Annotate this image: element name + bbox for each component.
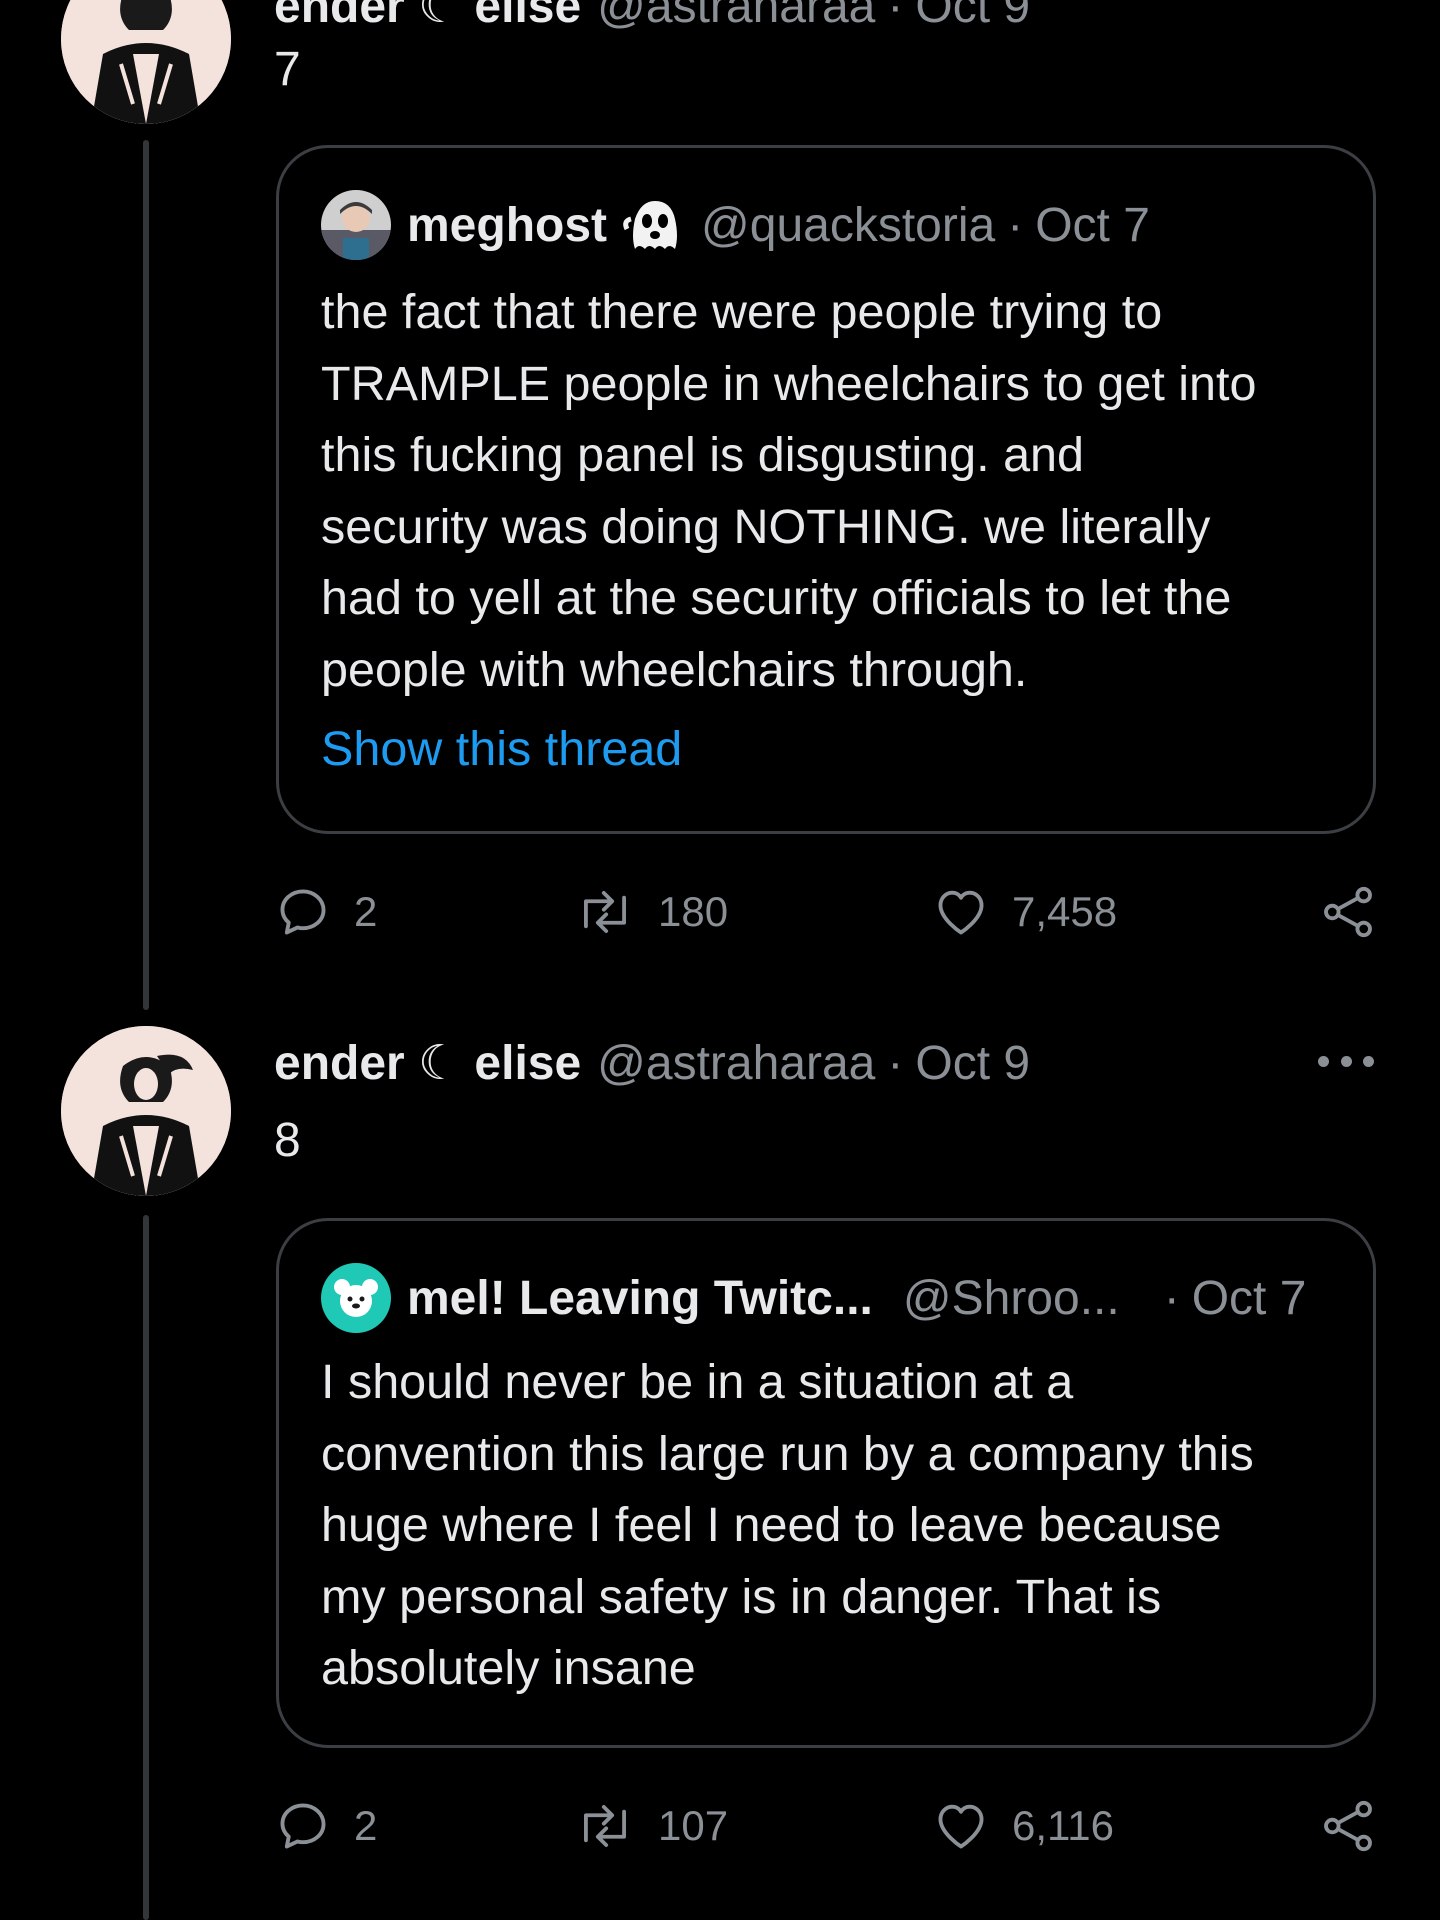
tweet-actions: 2 180 7,458 xyxy=(274,877,1384,947)
tweet-text: 7 xyxy=(274,43,301,96)
quote-text-line: had to yell at the security officials to… xyxy=(321,571,1232,625)
quote-author-avatar xyxy=(321,1263,391,1333)
quote-text: the fact that there were people trying t… xyxy=(321,277,1343,706)
quote-text-line: my personal safety is in danger. That is xyxy=(321,1569,1162,1624)
share-icon xyxy=(1318,883,1378,941)
like-button[interactable]: 6,116 xyxy=(932,1791,1114,1861)
separator-dot: · xyxy=(1007,198,1024,252)
quote-text-line: huge where I feel I need to leave becaus… xyxy=(321,1498,1222,1552)
like-button[interactable]: 7,458 xyxy=(932,877,1117,947)
share-button[interactable] xyxy=(1318,1791,1378,1861)
tweet-text: 8 xyxy=(274,1114,301,1167)
quote-date: Oct 7 xyxy=(1191,1271,1307,1325)
tweet-header: ender ☾ elise @astraharaa · Oct 9 xyxy=(274,1035,1030,1091)
quote-text-line: the fact that there were people trying t… xyxy=(321,285,1163,339)
more-dot xyxy=(1340,1055,1352,1067)
more-dot xyxy=(1363,1055,1374,1067)
quote-date: Oct 7 xyxy=(1035,198,1150,252)
retweet-icon xyxy=(574,883,636,941)
separator-dot: · xyxy=(1163,1271,1180,1325)
display-name[interactable]: ender ☾ elise xyxy=(274,0,581,34)
thread-line-top xyxy=(143,140,149,1010)
author-avatar[interactable] xyxy=(61,0,231,124)
show-thread-link[interactable]: Show this thread xyxy=(321,721,682,777)
quote-text-line: absolutely insane xyxy=(321,1641,696,1695)
like-icon xyxy=(932,883,990,941)
retweet-icon xyxy=(574,1797,636,1855)
quote-author-avatar xyxy=(321,190,391,260)
reply-button[interactable]: 2 xyxy=(274,1791,377,1861)
quote-display-name: mel! Leaving Twitc... xyxy=(407,1271,873,1325)
quote-text-line: I should never be in a situation at a xyxy=(321,1355,1074,1409)
reply-count: 2 xyxy=(354,1802,378,1849)
quote-header: meghost @quackstoria · Oct 7 xyxy=(321,190,1150,260)
more-icon[interactable] xyxy=(1318,1051,1374,1071)
retweet-count: 107 xyxy=(658,1802,729,1849)
user-handle[interactable]: @astraharaa xyxy=(597,1036,875,1091)
retweet-count: 180 xyxy=(658,888,729,935)
reply-icon xyxy=(274,883,332,941)
quote-text-line: security was doing NOTHING. we literally xyxy=(321,499,1211,554)
quote-text: I should never be in a situation at a co… xyxy=(321,1347,1343,1705)
quote-text-line: this fucking panel is disgusting. and xyxy=(321,428,1084,482)
quote-tweet-card[interactable]: meghost @quackstoria · Oct 7 the fact th… xyxy=(276,145,1376,834)
more-dot xyxy=(1318,1055,1329,1067)
separator-dot: · xyxy=(887,0,904,33)
retweet-button[interactable]: 180 xyxy=(574,877,728,947)
reply-icon xyxy=(274,1797,332,1855)
like-count: 7,458 xyxy=(1012,888,1118,935)
like-icon xyxy=(932,1797,990,1855)
reply-count: 2 xyxy=(354,888,378,935)
quote-header: mel! Leaving Twitc... @Shroo... · Oct 7 xyxy=(321,1263,1331,1333)
quote-text-line: convention this large run by a company t… xyxy=(321,1426,1254,1481)
tweet-date[interactable]: Oct 9 xyxy=(915,0,1030,34)
ghost-emoji-icon xyxy=(621,197,685,253)
thread-line-bottom xyxy=(143,1215,149,1920)
quote-display-name: meghost xyxy=(407,198,608,252)
separator-dot: · xyxy=(887,1037,904,1090)
reply-button[interactable]: 2 xyxy=(274,877,377,947)
quote-text-line: TRAMPLE people in wheelchairs to get int… xyxy=(321,356,1257,411)
quote-user-handle: @quackstoria xyxy=(701,198,996,252)
quote-text-line: people with wheelchairs through. xyxy=(321,642,1028,697)
quote-user-handle: @Shroo... xyxy=(902,1271,1120,1325)
user-handle[interactable]: @astraharaa xyxy=(597,0,875,34)
quote-tweet-card[interactable]: mel! Leaving Twitc... @Shroo... · Oct 7 … xyxy=(276,1218,1376,1748)
retweet-button[interactable]: 107 xyxy=(574,1791,728,1861)
share-button[interactable] xyxy=(1318,877,1378,947)
like-count: 6,116 xyxy=(1012,1802,1114,1849)
tweet-header: ender ☾ elise @astraharaa · Oct 9 xyxy=(274,0,1030,34)
author-avatar[interactable] xyxy=(61,1026,231,1196)
tweet-actions: 2 107 6,116 xyxy=(274,1791,1384,1861)
tweet-date[interactable]: Oct 9 xyxy=(915,1036,1030,1091)
display-name[interactable]: ender ☾ elise xyxy=(274,1035,581,1091)
share-icon xyxy=(1318,1797,1378,1855)
